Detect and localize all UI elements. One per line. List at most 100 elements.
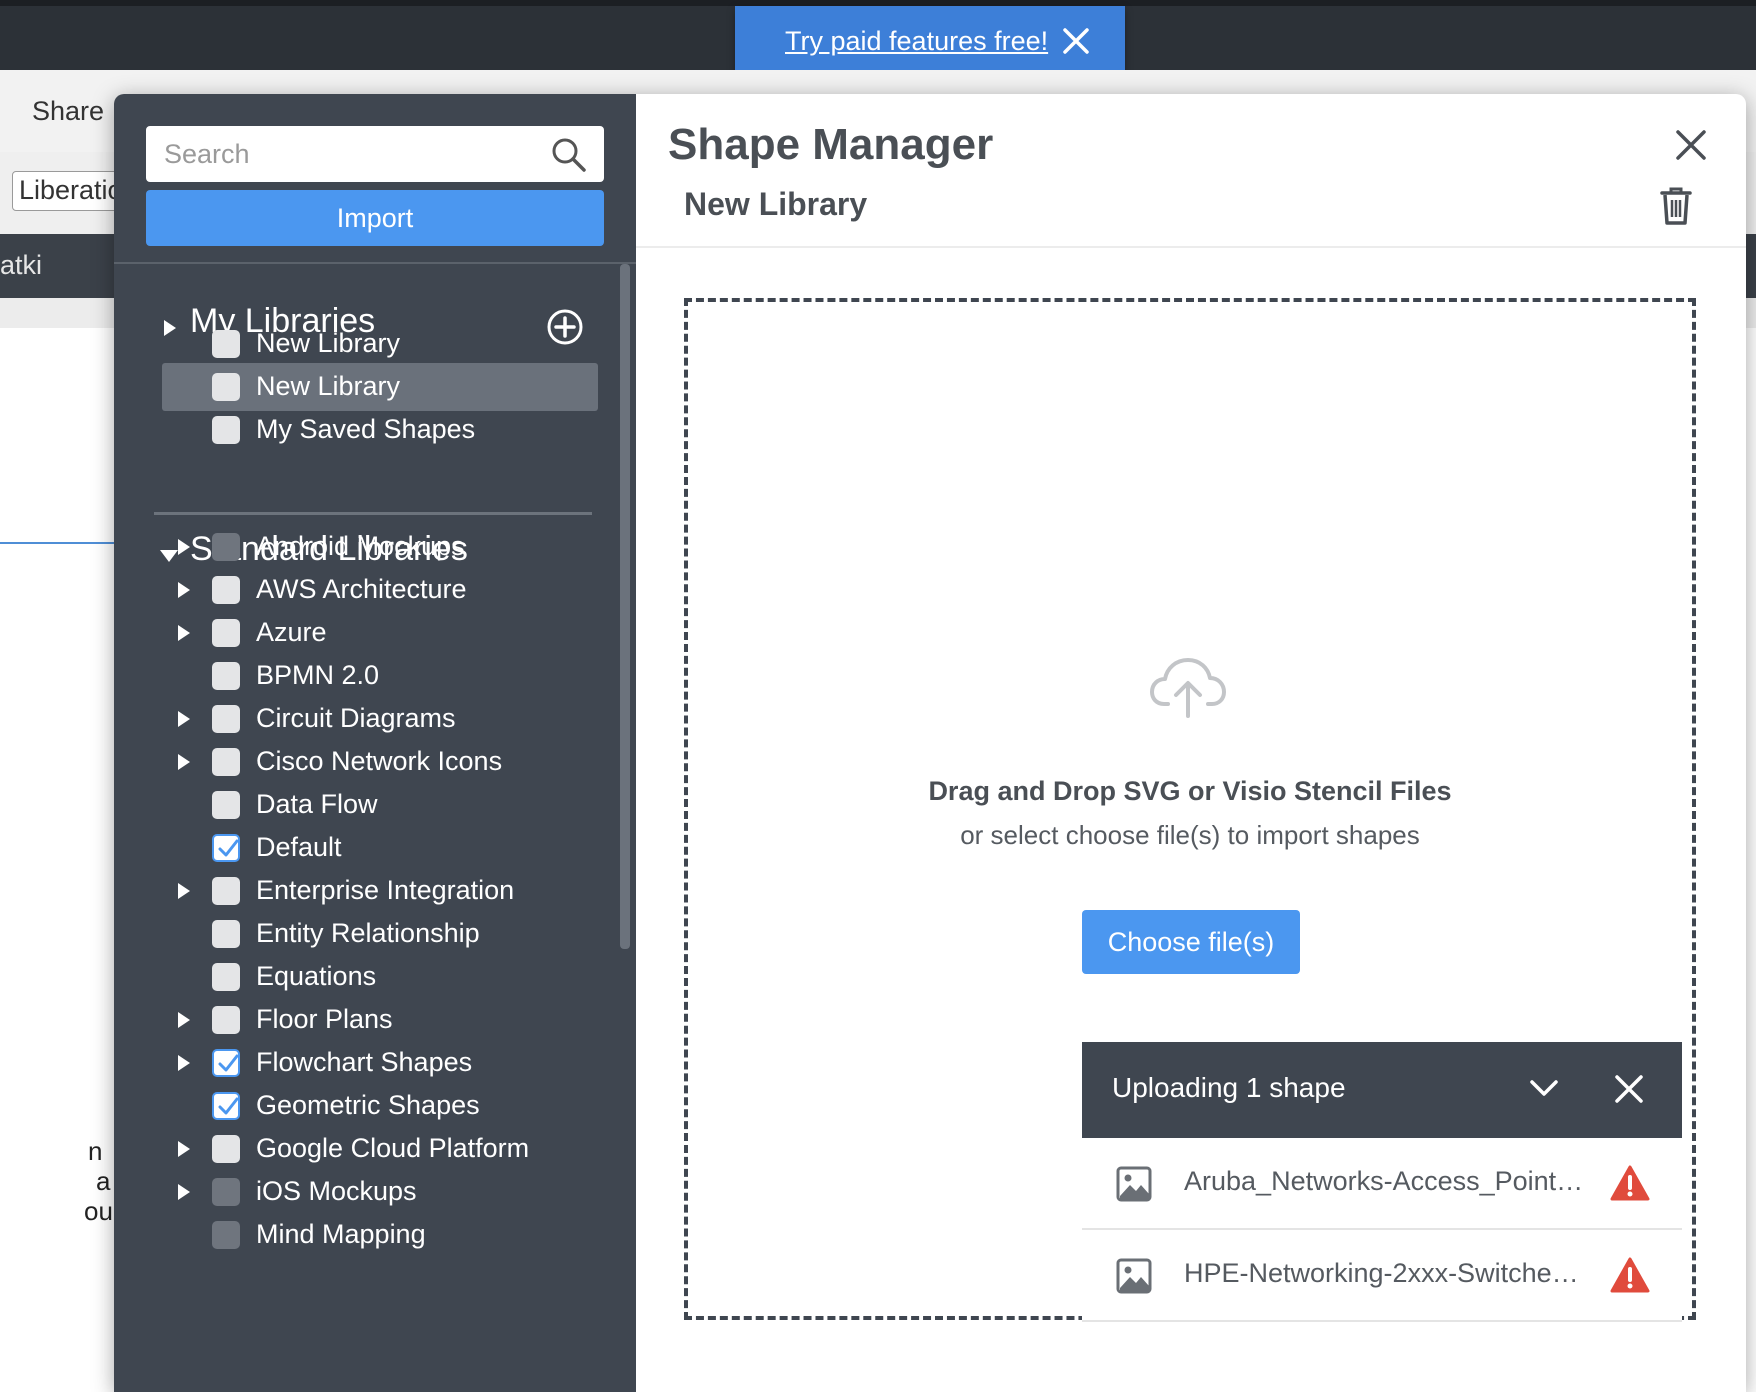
my-libraries-divider — [154, 512, 592, 515]
library-checkbox[interactable] — [212, 920, 240, 948]
library-checkbox[interactable] — [212, 576, 240, 604]
standard-library-item[interactable]: Equations — [162, 953, 598, 1001]
library-name[interactable]: New Library — [684, 186, 867, 223]
standard-library-label: Data Flow — [256, 789, 378, 819]
standard-library-item[interactable]: Android Mockups — [162, 523, 598, 571]
expand-arrow-icon[interactable] — [178, 625, 190, 641]
shape-manager-dialog: Import My Libraries New LibraryNew Libra… — [114, 94, 1746, 1392]
standard-library-label: Enterprise Integration — [256, 875, 515, 905]
standard-library-item[interactable]: Azure — [162, 609, 598, 657]
standard-library-label: AWS Architecture — [256, 574, 467, 604]
upload-file-name: HPE-Networking-2xxx-Switches-HP_2530-48G… — [1184, 1258, 1584, 1288]
expand-arrow-icon[interactable] — [178, 1141, 190, 1157]
standard-library-item[interactable]: Google Cloud Platform — [162, 1125, 598, 1173]
promo-banner: Try paid features free! — [735, 6, 1125, 78]
library-checkbox[interactable] — [212, 1135, 240, 1163]
standard-library-item[interactable]: Geometric Shapes — [162, 1082, 598, 1130]
close-icon[interactable] — [1674, 128, 1708, 162]
library-checkbox[interactable] — [212, 963, 240, 991]
standard-library-label: Default — [256, 832, 342, 862]
background-shape-line — [0, 542, 120, 544]
image-icon — [1116, 1166, 1152, 1202]
library-checkbox[interactable] — [212, 662, 240, 690]
standard-library-item[interactable]: Mind Mapping — [162, 1211, 598, 1259]
image-icon — [1116, 1258, 1152, 1294]
standard-library-label: Circuit Diagrams — [256, 703, 456, 733]
standard-library-item[interactable]: BPMN 2.0 — [162, 652, 598, 700]
import-button[interactable]: Import — [146, 190, 604, 246]
background-text-fragment: a — [96, 1166, 111, 1196]
library-checkbox[interactable] — [212, 533, 240, 561]
expand-arrow-icon[interactable] — [178, 582, 190, 598]
my-library-item[interactable]: New Library — [162, 320, 598, 368]
standard-library-item[interactable]: Circuit Diagrams — [162, 695, 598, 743]
library-checkbox[interactable] — [212, 373, 240, 401]
trash-icon[interactable] — [1658, 186, 1694, 226]
standard-library-item[interactable]: Entity Relationship — [162, 910, 598, 958]
library-checkbox[interactable] — [212, 877, 240, 905]
expand-arrow-icon[interactable] — [178, 754, 190, 770]
expand-arrow-icon[interactable] — [178, 1055, 190, 1071]
sidebar-scrollbar[interactable] — [620, 264, 630, 949]
chevron-down-icon[interactable] — [1528, 1076, 1560, 1100]
standard-library-item[interactable]: Data Flow — [162, 781, 598, 829]
standard-library-label: Android Mockups — [256, 531, 465, 561]
upload-file-name: Aruba_Networks-Access_Points-Aruba_AP-10… — [1184, 1166, 1584, 1196]
library-checkbox[interactable] — [212, 1006, 240, 1034]
warning-icon — [1610, 1257, 1650, 1293]
standard-library-label: Floor Plans — [256, 1004, 393, 1034]
upload-panel-header: Uploading 1 shape — [1082, 1042, 1682, 1138]
library-checkbox[interactable] — [212, 791, 240, 819]
standard-library-item[interactable]: Flowchart Shapes — [162, 1039, 598, 1087]
checkmark-icon — [218, 839, 239, 857]
expand-arrow-icon[interactable] — [178, 539, 190, 555]
standard-library-item[interactable]: Floor Plans — [162, 996, 598, 1044]
standard-library-label: Cisco Network Icons — [256, 746, 503, 776]
library-checkbox[interactable] — [212, 705, 240, 733]
library-checkbox[interactable] — [212, 1178, 240, 1206]
library-checkbox[interactable] — [212, 416, 240, 444]
standard-library-item[interactable]: Enterprise Integration — [162, 867, 598, 915]
search-input[interactable] — [146, 126, 546, 182]
drop-zone-title: Drag and Drop SVG or Visio Stencil Files — [928, 776, 1452, 806]
standard-library-label: Google Cloud Platform — [256, 1133, 530, 1163]
library-checkbox[interactable] — [212, 1221, 240, 1249]
standard-library-item[interactable]: Default — [162, 824, 598, 872]
library-checkbox[interactable] — [212, 619, 240, 647]
library-checkbox[interactable] — [212, 1049, 240, 1077]
checkmark-icon — [218, 1054, 239, 1072]
search-icon[interactable] — [550, 136, 588, 174]
choose-files-button[interactable]: Choose file(s) — [1082, 910, 1300, 974]
my-library-item[interactable]: My Saved Shapes — [162, 406, 598, 454]
standard-library-label: Equations — [256, 961, 377, 991]
upload-panel-title: Uploading 1 shape — [1112, 1072, 1346, 1103]
expand-arrow-icon[interactable] — [178, 1012, 190, 1028]
standard-library-item[interactable]: iOS Mockups — [162, 1168, 598, 1216]
background-tab-label: atki — [0, 250, 43, 280]
upload-file-row: Aruba_Networks-Access_Points-Aruba_AP-10… — [1082, 1138, 1682, 1230]
promo-link[interactable]: Try paid features free! — [785, 26, 1048, 57]
library-checkbox[interactable] — [212, 330, 240, 358]
standard-library-label: Entity Relationship — [256, 918, 480, 948]
search-box — [146, 126, 604, 182]
expand-arrow-icon[interactable] — [178, 711, 190, 727]
upload-file-row: HPE-Networking-2xxx-Switches-HP_2530-48G… — [1082, 1230, 1682, 1322]
expand-arrow-icon[interactable] — [178, 883, 190, 899]
expand-arrow-icon[interactable] — [178, 1184, 190, 1200]
drop-zone-subtitle: or select choose file(s) to import shape… — [960, 820, 1420, 850]
checkmark-icon — [218, 1097, 239, 1115]
header-divider — [636, 246, 1746, 248]
my-library-label: New Library — [256, 328, 401, 358]
close-icon[interactable] — [1614, 1074, 1644, 1104]
upload-progress-panel: Uploading 1 shape Aruba_Networks-Access_… — [1082, 1042, 1682, 1322]
my-library-item[interactable]: New Library — [162, 363, 598, 411]
background-text-fragment: ou — [84, 1196, 113, 1226]
library-checkbox[interactable] — [212, 834, 240, 862]
standard-library-item[interactable]: AWS Architecture — [162, 566, 598, 614]
standard-library-label: iOS Mockups — [256, 1176, 417, 1206]
library-checkbox[interactable] — [212, 1092, 240, 1120]
library-checkbox[interactable] — [212, 748, 240, 776]
standard-library-item[interactable]: Cisco Network Icons — [162, 738, 598, 786]
library-sidebar: Import My Libraries New LibraryNew Libra… — [114, 94, 636, 1392]
promo-close-icon[interactable] — [1061, 26, 1091, 56]
